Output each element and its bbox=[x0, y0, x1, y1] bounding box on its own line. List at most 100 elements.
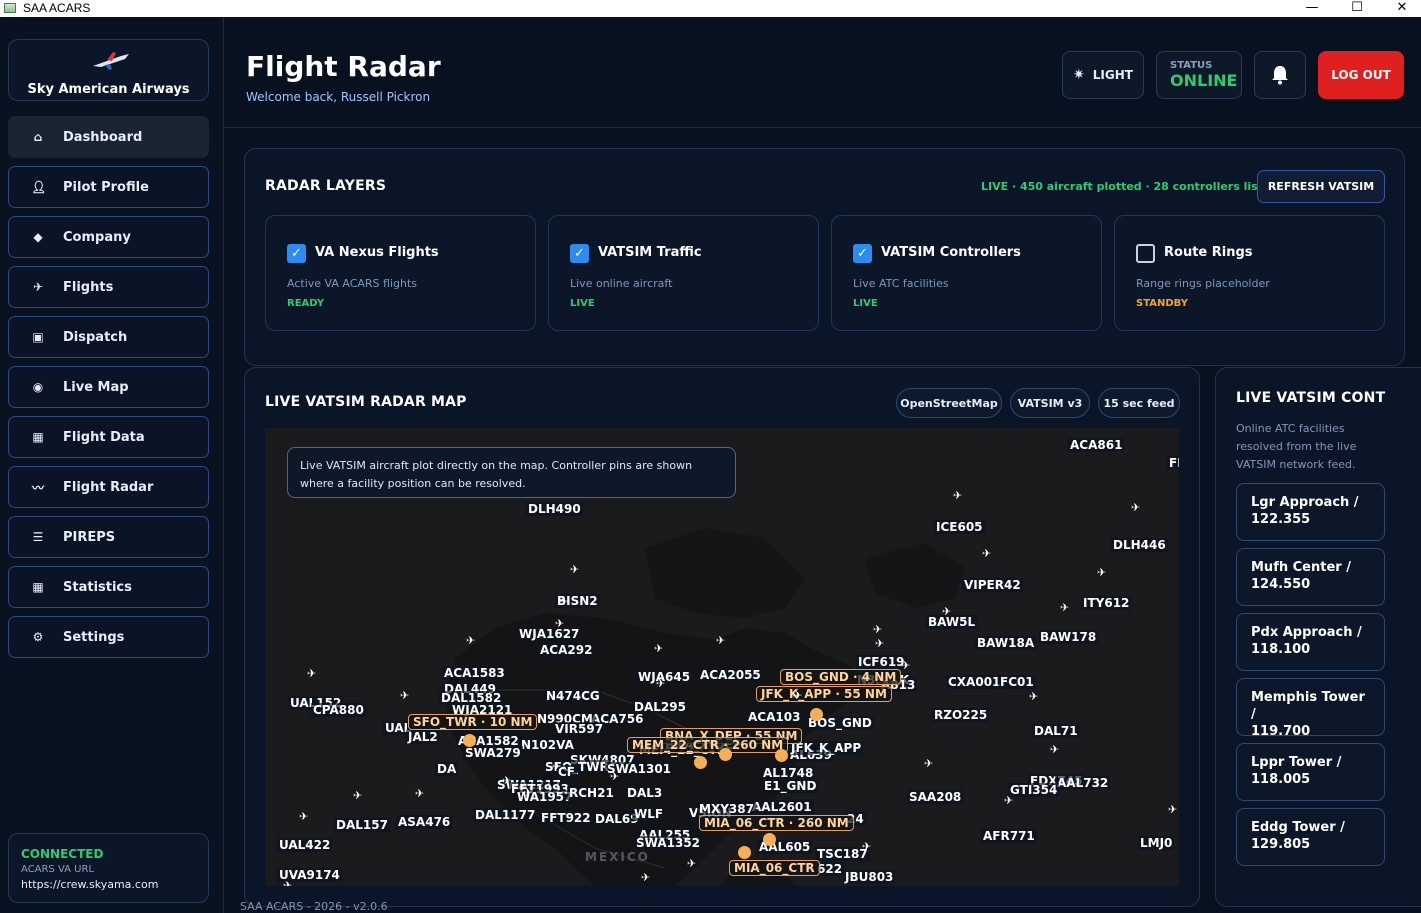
theme-toggle-button[interactable]: ✷ LIGHT bbox=[1062, 51, 1144, 99]
feed-interval-pill[interactable]: 15 sec feed bbox=[1098, 388, 1180, 418]
controller-list-item[interactable]: Mufh Center / 124.550 bbox=[1236, 548, 1385, 606]
aircraft-icon[interactable]: ✈ bbox=[555, 618, 564, 629]
aircraft-icon[interactable]: ✈ bbox=[1131, 502, 1140, 513]
aircraft-callsign-label[interactable]: FFT922 bbox=[539, 811, 593, 825]
aircraft-callsign-label[interactable]: DAL3 bbox=[625, 786, 665, 800]
vatsim-version-pill[interactable]: VATSIM v3 bbox=[1010, 388, 1090, 418]
aircraft-callsign-label[interactable]: WLF bbox=[632, 807, 666, 821]
aircraft-icon[interactable]: ✈ bbox=[552, 761, 561, 772]
checkbox-checked-icon[interactable]: ✓ bbox=[853, 244, 872, 263]
controller-list-item[interactable]: Lppr Tower / 118.005 bbox=[1236, 743, 1385, 801]
controller-pin-icon[interactable] bbox=[738, 846, 751, 859]
sidebar-item-pireps[interactable]: ☰ PIREPS bbox=[8, 516, 209, 558]
refresh-vatsim-button[interactable]: REFRESH VATSIM bbox=[1257, 170, 1385, 203]
aircraft-callsign-label[interactable]: CXA001 bbox=[946, 675, 1003, 689]
minimize-button[interactable]: — bbox=[1289, 0, 1335, 17]
aircraft-icon[interactable]: ✈ bbox=[523, 787, 532, 798]
layer-card-vatsim-controllers[interactable]: ✓ VATSIM Controllers Live ATC facilities… bbox=[831, 215, 1102, 331]
aircraft-callsign-label[interactable]: ICF619 bbox=[856, 655, 907, 669]
aircraft-icon[interactable]: ✈ bbox=[901, 660, 910, 671]
aircraft-callsign-label[interactable]: AFR771 bbox=[981, 829, 1037, 843]
radar-map[interactable]: Live VATSIM aircraft plot directly on th… bbox=[265, 428, 1179, 886]
aircraft-callsign-label[interactable]: DA bbox=[435, 762, 459, 776]
aircraft-icon[interactable]: ✈ bbox=[875, 638, 884, 649]
aircraft-icon[interactable]: ✈ bbox=[353, 790, 362, 801]
aircraft-callsign-label[interactable]: DAL71 bbox=[1032, 724, 1080, 738]
aircraft-callsign-label[interactable]: BAW5L bbox=[926, 615, 978, 629]
aircraft-icon[interactable]: ✈ bbox=[1097, 567, 1106, 578]
aircraft-icon[interactable]: ✈ bbox=[716, 635, 725, 646]
checkbox-checked-icon[interactable]: ✓ bbox=[570, 244, 589, 263]
controller-pin-icon[interactable] bbox=[719, 748, 732, 761]
controller-pin-icon[interactable] bbox=[775, 749, 788, 762]
checkbox-unchecked-icon[interactable] bbox=[1136, 244, 1155, 263]
close-button[interactable]: ✕ bbox=[1379, 0, 1421, 17]
aircraft-callsign-label[interactable]: UAL422 bbox=[277, 838, 333, 852]
controller-position-tag[interactable]: SFO_TWR · 10 NM bbox=[408, 714, 538, 730]
layer-card-route-rings[interactable]: Route Rings Range rings placeholder STAN… bbox=[1114, 215, 1385, 331]
maximize-button[interactable]: ☐ bbox=[1334, 0, 1380, 17]
aircraft-icon[interactable]: ✈ bbox=[793, 690, 802, 701]
controller-pin-icon[interactable] bbox=[694, 756, 707, 769]
controller-position-tag[interactable]: MIA_06_CTR bbox=[729, 860, 820, 876]
sidebar-item-pilot-profile[interactable]: 👤︎ Pilot Profile bbox=[8, 166, 209, 208]
aircraft-callsign-label[interactable]: ICE605 bbox=[934, 520, 985, 534]
controller-position-tag[interactable]: MEM_22_CTR · 260 NM bbox=[627, 737, 789, 753]
aircraft-icon[interactable]: ✈ bbox=[862, 841, 871, 852]
aircraft-callsign-label[interactable]: DLH446 bbox=[1111, 538, 1168, 552]
aircraft-callsign-label[interactable]: ACA1583 bbox=[442, 666, 507, 680]
aircraft-icon[interactable]: ✈ bbox=[1029, 691, 1038, 702]
aircraft-callsign-label[interactable]: AAL2601 bbox=[750, 800, 814, 814]
aircraft-callsign-label[interactable]: ACA861 bbox=[1068, 438, 1125, 452]
controller-pin-icon[interactable] bbox=[463, 734, 476, 747]
sidebar-item-live-map[interactable]: ◉ Live Map bbox=[8, 366, 209, 408]
logout-button[interactable]: LOG OUT bbox=[1318, 51, 1404, 99]
aircraft-icon[interactable]: ✈ bbox=[873, 624, 882, 635]
aircraft-callsign-label[interactable]: LMJ0 bbox=[1138, 836, 1175, 850]
aircraft-icon[interactable]: ✈ bbox=[924, 758, 933, 769]
aircraft-callsign-label[interactable]: AAL732 bbox=[1055, 776, 1111, 790]
aircraft-callsign-label[interactable]: VIPER42 bbox=[962, 578, 1023, 592]
aircraft-callsign-label[interactable]: ACA2055 bbox=[698, 668, 763, 682]
aircraft-icon[interactable]: ✈ bbox=[942, 606, 951, 617]
sidebar-item-settings[interactable]: ⚙ Settings bbox=[8, 616, 209, 658]
sidebar-item-company[interactable]: ◆ Company bbox=[8, 216, 209, 258]
notifications-button[interactable] bbox=[1254, 51, 1306, 99]
aircraft-icon[interactable]: ✈ bbox=[502, 775, 511, 786]
aircraft-callsign-label[interactable]: ASA476 bbox=[396, 815, 453, 829]
aircraft-callsign-label[interactable]: N102VA bbox=[519, 738, 576, 752]
aircraft-callsign-label[interactable]: JBU803 bbox=[843, 870, 896, 884]
aircraft-callsign-label[interactable]: DLH490 bbox=[526, 502, 583, 516]
aircraft-icon[interactable]: ✈ bbox=[610, 771, 619, 782]
controller-position-tag[interactable]: MIA_06_CTR · 260 NM bbox=[699, 815, 854, 831]
aircraft-callsign-label[interactable]: GTI354 bbox=[1008, 783, 1060, 797]
aircraft-callsign-label[interactable]: SAA208 bbox=[907, 790, 964, 804]
aircraft-icon[interactable]: ✈ bbox=[982, 548, 991, 559]
sidebar-item-flight-data[interactable]: ▦ Flight Data bbox=[8, 416, 209, 458]
aircraft-icon[interactable]: ✈ bbox=[1168, 804, 1177, 815]
layer-card-va-nexus[interactable]: ✓ VA Nexus Flights Active VA ACARS fligh… bbox=[265, 215, 536, 331]
checkbox-checked-icon[interactable]: ✓ bbox=[287, 244, 306, 263]
aircraft-callsign-label[interactable]: WJA1627 bbox=[517, 627, 582, 641]
aircraft-callsign-label[interactable]: RCH21 bbox=[567, 786, 616, 800]
aircraft-callsign-label[interactable]: DAL1177 bbox=[473, 808, 538, 822]
layer-card-vatsim-traffic[interactable]: ✓ VATSIM Traffic Live online aircraft LI… bbox=[548, 215, 819, 331]
sidebar-item-statistics[interactable]: ▦ Statistics bbox=[8, 566, 209, 608]
aircraft-icon[interactable]: ✈ bbox=[1004, 795, 1013, 806]
controller-list-item[interactable]: Lgr Approach / 122.355 bbox=[1236, 483, 1385, 541]
aircraft-icon[interactable]: ✈ bbox=[654, 643, 663, 654]
aircraft-callsign-label[interactable]: N474CG bbox=[544, 689, 602, 703]
aircraft-callsign-label[interactable]: JAL2 bbox=[406, 730, 440, 744]
aircraft-callsign-label[interactable]: ITY612 bbox=[1081, 596, 1132, 610]
aircraft-icon[interactable]: ✈ bbox=[559, 596, 568, 607]
controller-position-tag[interactable]: BOS_GND · 4 NM bbox=[780, 669, 902, 685]
aircraft-callsign-label[interactable]: ACA292 bbox=[538, 643, 595, 657]
aircraft-icon[interactable]: ✈ bbox=[283, 880, 292, 886]
aircraft-callsign-label[interactable]: VIR597 bbox=[553, 722, 606, 736]
aircraft-callsign-label[interactable]: FL bbox=[1167, 456, 1179, 470]
aircraft-callsign-label[interactable]: SWA1352 bbox=[634, 836, 703, 850]
controller-position-tag[interactable]: JFK_K_APP · 55 NM bbox=[756, 686, 892, 702]
aircraft-callsign-label[interactable]: BAW178 bbox=[1038, 630, 1099, 644]
sidebar-item-flight-radar[interactable]: 〰 Flight Radar bbox=[8, 466, 209, 508]
aircraft-callsign-label[interactable]: RZO225 bbox=[932, 708, 990, 722]
